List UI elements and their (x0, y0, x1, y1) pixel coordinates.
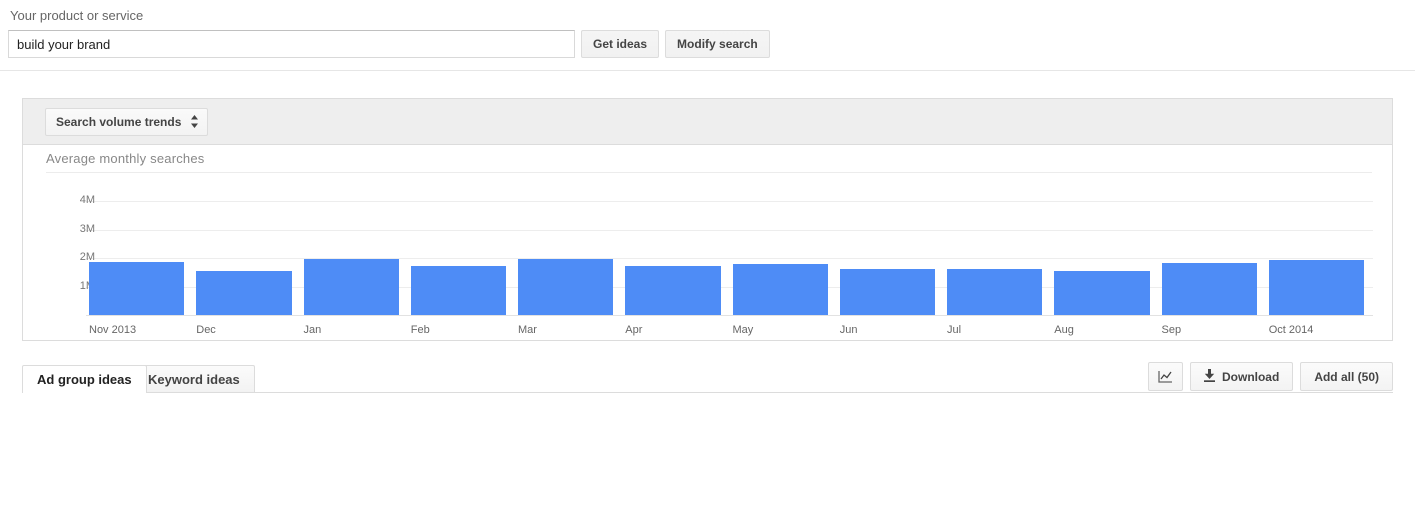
bar-jul[interactable] (947, 269, 1043, 315)
bar-oct-2014[interactable] (1268, 260, 1364, 315)
add-all-label: Add all (50) (1314, 369, 1379, 384)
download-label: Download (1221, 369, 1280, 384)
get-ideas-button[interactable]: Get ideas (581, 30, 660, 58)
search-volume-trends-select[interactable]: Search volume trends (45, 107, 209, 136)
search-region: Your product or service Get ideas Modify… (0, 0, 1415, 58)
x-axis-tick-label: Feb (410, 324, 430, 336)
gridline-4M (86, 201, 1373, 203)
download-button[interactable]: Download (1189, 362, 1294, 391)
bar-jan[interactable] (303, 259, 399, 315)
tab-keyword-ideas[interactable]: Keyword ideas (133, 365, 255, 393)
gridline-3M (86, 229, 1373, 231)
bar-chart-plot: 4M 3M 2M 1M Nov 2013 Dec Jan Feb Mar Apr May Jun Jul… (23, 172, 1392, 340)
search-input[interactable] (8, 30, 575, 58)
bar-feb[interactable] (410, 266, 506, 315)
download-icon (1203, 368, 1215, 385)
ideas-table-clip: Ad group (by relevance) Keywords Avg. mo… (0, 400, 1415, 532)
bar-dec[interactable] (196, 270, 292, 315)
bar-apr[interactable] (625, 266, 721, 315)
x-axis-tick-label: Jul (947, 324, 962, 336)
bar-nov-2013[interactable] (89, 262, 185, 315)
bar-jun[interactable] (839, 269, 935, 315)
gridline-2M (86, 258, 1373, 260)
modify-search-button[interactable]: Modify search (665, 30, 770, 58)
add-all-button[interactable]: Add all (50) (1300, 362, 1393, 391)
line-chart-toggle-button[interactable] (1147, 362, 1183, 391)
x-axis-tick-label: Apr (625, 324, 643, 336)
chevron-updown-icon (190, 115, 199, 128)
updown-arrows-svg (191, 115, 199, 128)
bar-may[interactable] (732, 264, 828, 315)
x-axis-tick-label: Sep (1161, 324, 1182, 336)
x-axis-tick-label: Oct 2014 (1268, 324, 1314, 336)
table-toolbar: Download Add all (50) (1147, 362, 1393, 391)
x-axis-tick-label: Jun (839, 324, 858, 336)
tabs-underline (22, 392, 1393, 393)
x-axis-tick-label: Mar (518, 324, 537, 336)
search-volume-chart-panel: Search volume trends Average monthly sea… (22, 98, 1393, 341)
x-axis-tick-label: Aug (1054, 324, 1074, 336)
chart-title: Average monthly searches (46, 151, 205, 166)
bar-aug[interactable] (1054, 271, 1150, 315)
chart-toolbar: Search volume trends (23, 99, 1392, 145)
x-axis-tick-label: Dec (196, 324, 216, 336)
bar-sep[interactable] (1161, 262, 1257, 315)
trend-select-label: Search volume trends (56, 114, 182, 129)
line-chart-icon (1158, 370, 1173, 383)
x-axis-baseline (86, 315, 1373, 316)
tab-ad-group-ideas[interactable]: Ad group ideas (22, 365, 147, 393)
tab-keyword-ideas-label: Keyword ideas (148, 372, 240, 387)
header-divider (0, 70, 1415, 71)
bar-mar[interactable] (518, 259, 614, 315)
y-axis-tick-label: 3M (79, 222, 95, 235)
x-axis-tick-label: Nov 2013 (89, 324, 137, 336)
tabs-row: Ad group ideas Keyword ideas Download Ad… (22, 362, 1393, 393)
x-axis-tick-label: Jan (303, 324, 322, 336)
search-label: Your product or service (10, 8, 144, 23)
x-axis-tick-label: May (732, 324, 754, 336)
tab-ad-group-ideas-label: Ad group ideas (37, 372, 132, 387)
search-row: Get ideas Modify search (8, 30, 1415, 58)
y-axis-tick-label: 4M (79, 194, 95, 207)
